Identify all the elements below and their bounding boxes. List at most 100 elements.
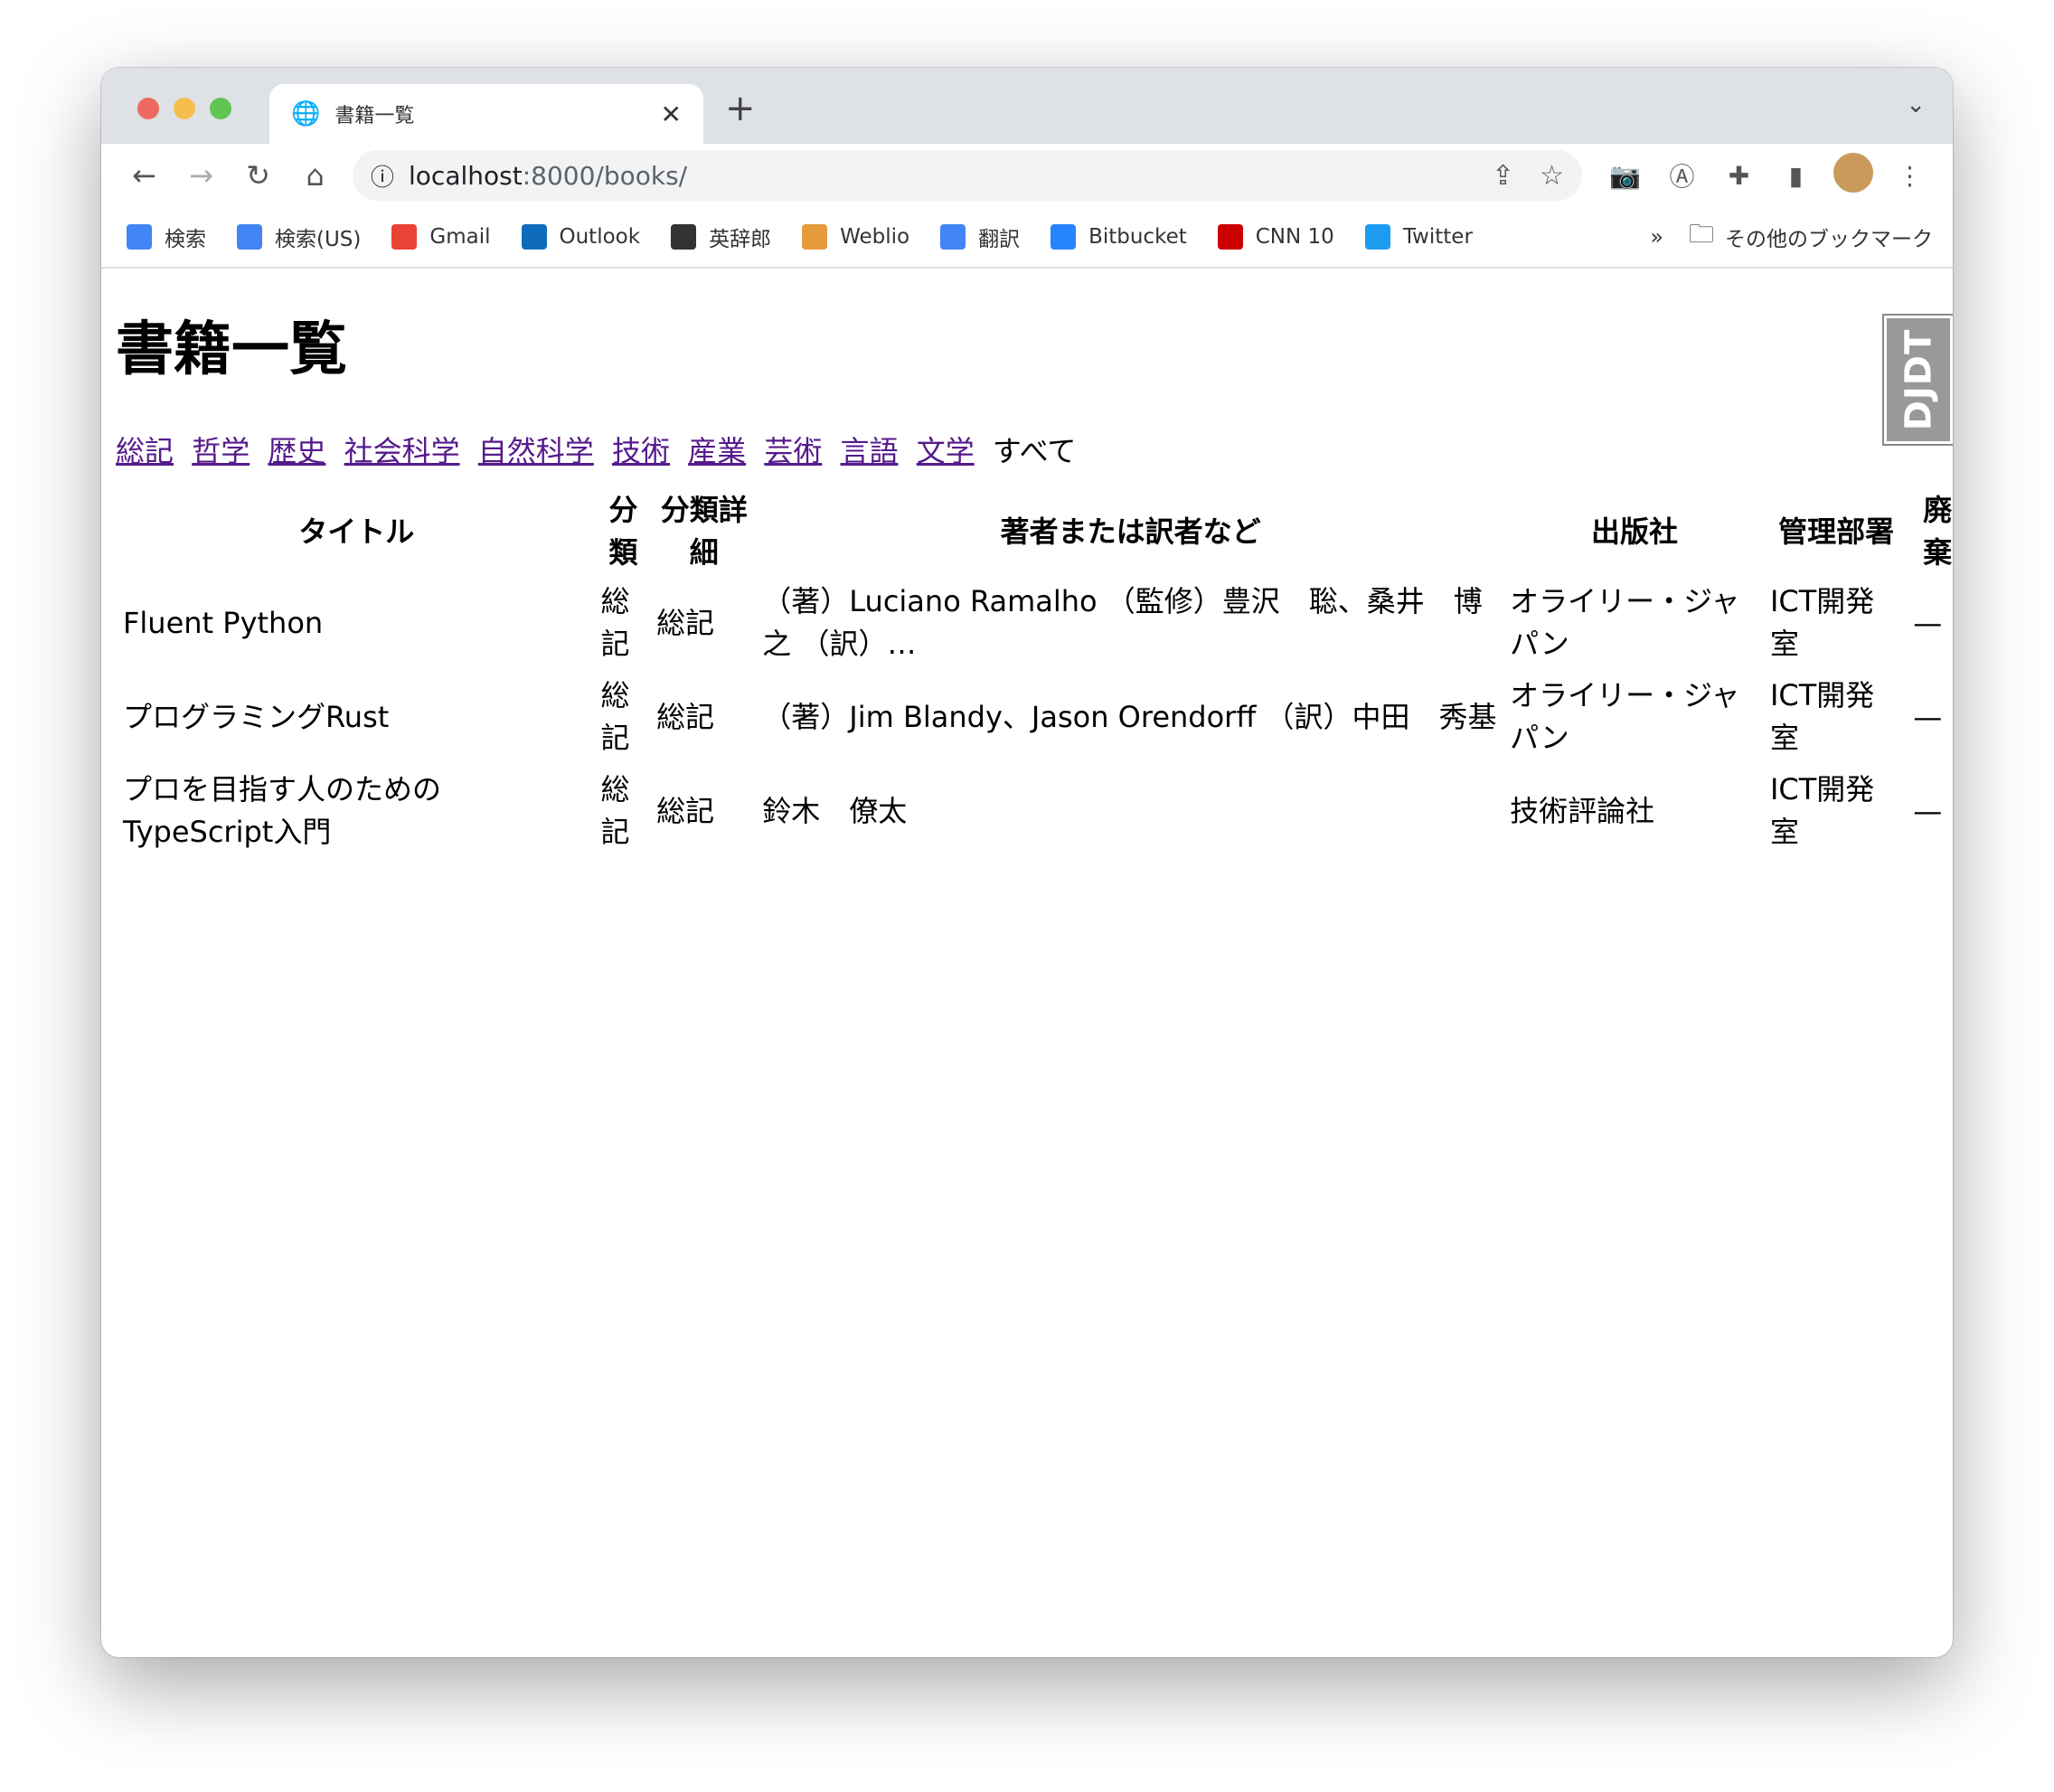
tab-search-chevron-icon[interactable]: ⌄: [1906, 91, 1926, 118]
bookmark-1[interactable]: 検索(US): [237, 222, 361, 252]
globe-icon: 🌐: [291, 100, 321, 127]
new-tab-button[interactable]: +: [725, 88, 756, 129]
category-link[interactable]: 総記: [116, 434, 183, 468]
bookmark-5[interactable]: Weblio: [802, 224, 909, 250]
forward-icon[interactable]: →: [173, 158, 230, 193]
table-cell: ICT開発室: [1769, 584, 1875, 661]
other-bookmarks-label: その他のブックマーク: [1725, 228, 1933, 251]
column-header: 分類: [608, 493, 638, 570]
tab-bar: 🌐 書籍一覧 ✕ + ⌄: [101, 68, 1953, 144]
table-cell: オライリー・ジャパン: [1510, 584, 1740, 661]
category-link[interactable]: 社会科学: [344, 434, 469, 468]
django-debug-toolbar-handle[interactable]: DJDT: [1882, 314, 1953, 446]
outlook-icon: [521, 224, 547, 250]
bitbucket-icon: [1051, 224, 1077, 250]
category-link[interactable]: 哲学: [192, 434, 259, 468]
table-cell: ICT開発室: [1769, 772, 1875, 849]
table-cell: —: [1913, 605, 1943, 640]
table-cell: 総記: [600, 772, 630, 849]
avatar[interactable]: [1824, 152, 1881, 199]
bookmark-label: Gmail: [429, 225, 491, 249]
browser-window: 🌐 書籍一覧 ✕ + ⌄ ← → ↻ ⌂ ⓘ localhost:8000/bo…: [101, 68, 1953, 1657]
tab-books[interactable]: 🌐 書籍一覧 ✕: [269, 84, 703, 144]
extension-a-icon[interactable]: Ⓐ: [1654, 157, 1710, 193]
category-link[interactable]: 歴史: [268, 434, 334, 468]
table-cell: 総記: [656, 605, 715, 640]
other-bookmarks[interactable]: 🗀 その他のブックマーク: [1689, 215, 1933, 259]
star-icon[interactable]: ☆: [1540, 160, 1564, 192]
google-icon: [237, 224, 262, 250]
column-header: 出版社: [1591, 514, 1679, 549]
bookmark-label: Twitter: [1402, 225, 1473, 249]
twitter-icon: [1364, 224, 1390, 250]
bookmark-0[interactable]: 検索: [127, 222, 206, 252]
table-cell: （著）Jim Blandy、Jason Orendorff （訳）中田 秀基: [762, 699, 1497, 734]
category-link[interactable]: 文学: [917, 434, 984, 468]
more-bookmarks-button[interactable]: »: [1650, 224, 1663, 250]
reload-icon[interactable]: ↻: [230, 158, 287, 193]
table-row: プロを目指す人のためのTypeScript入門 総記 総記 鈴木 僚太 技術評論社 ICT…: [119, 766, 1953, 856]
google-icon: [127, 224, 152, 250]
bookmark-label: CNN 10: [1255, 225, 1334, 249]
column-header: 管理部署: [1778, 514, 1895, 549]
category-link[interactable]: 芸術: [764, 434, 831, 468]
cnn-icon: [1217, 224, 1243, 250]
table-cell: —: [1913, 699, 1943, 734]
bookmark-label: 翻訳: [978, 228, 1021, 251]
bookmark-8[interactable]: CNN 10: [1217, 224, 1334, 250]
table-row: Fluent Python 総記 総記 （著）Luciano Ramalho （監修）…: [119, 578, 1953, 668]
category-link[interactable]: 産業: [688, 434, 755, 468]
puzzle-icon[interactable]: ✚: [1710, 161, 1767, 191]
bookmark-4[interactable]: 英辞郎: [671, 222, 771, 252]
bookmark-label: Bitbucket: [1088, 225, 1187, 249]
menu-icon[interactable]: ⋮: [1881, 161, 1938, 191]
category-link[interactable]: 言語: [841, 434, 908, 468]
table-cell: 総記: [600, 678, 630, 755]
bookmark-2[interactable]: Gmail: [391, 224, 491, 250]
category-link[interactable]: 技術: [612, 434, 679, 468]
category-nav: 総記 哲学 歴史 社会科学 自然科学 技術 産業 芸術 言語 文学 すべて: [116, 431, 1938, 471]
table-cell: 総記: [656, 793, 715, 828]
table-cell: 技術評論社: [1510, 793, 1655, 828]
category-link[interactable]: 自然科学: [478, 434, 603, 468]
weblio-icon: [802, 224, 828, 250]
books-table: タイトル 分類 分類詳細 著者または訳者など 出版社 管理部署 廃棄 Fluent Pyth…: [116, 486, 1953, 860]
url-path: :8000/books/: [522, 160, 688, 191]
minimize-window-button[interactable]: [174, 98, 195, 119]
column-header: タイトル: [298, 514, 415, 549]
back-icon[interactable]: ←: [116, 158, 173, 193]
bookmark-9[interactable]: Twitter: [1364, 224, 1473, 250]
bookmark-label: Outlook: [559, 225, 641, 249]
category-all: すべて: [992, 434, 1077, 468]
close-tab-icon[interactable]: ✕: [661, 99, 682, 129]
translate-icon: [940, 224, 966, 250]
table-cell: Fluent Python: [123, 605, 324, 640]
column-header: 廃棄: [1923, 493, 1953, 570]
gmail-icon: [391, 224, 418, 250]
table-cell: 総記: [600, 584, 630, 661]
camera-icon[interactable]: 📷: [1597, 161, 1654, 191]
bookmark-label: 検索(US): [275, 228, 362, 251]
share-icon[interactable]: ⇪: [1492, 160, 1514, 192]
close-window-button[interactable]: [137, 98, 159, 119]
bookmark-3[interactable]: Outlook: [521, 224, 641, 250]
tab-title: 書籍一覧: [334, 105, 415, 127]
table-cell: プロを目指す人のためのTypeScript入門: [123, 772, 442, 849]
page-title: 書籍一覧: [116, 316, 347, 383]
table-cell: —: [1913, 793, 1943, 828]
table-cell: ICT開発室: [1769, 678, 1875, 755]
toolbar: ← → ↻ ⌂ ⓘ localhost:8000/books/ ⇪ ☆ 📷 Ⓐ …: [101, 144, 1953, 207]
home-icon[interactable]: ⌂: [287, 158, 344, 193]
djdt-label: DJDT: [1898, 328, 1940, 431]
table-cell: 鈴木 僚太: [762, 793, 908, 828]
info-icon[interactable]: ⓘ: [371, 159, 394, 193]
column-header: 著者または訳者など: [1000, 514, 1261, 549]
bookmark-6[interactable]: 翻訳: [940, 222, 1020, 252]
folder-icon: 🗀: [1688, 219, 1714, 249]
maximize-window-button[interactable]: [210, 98, 231, 119]
table-cell: 総記: [656, 699, 715, 734]
address-bar[interactable]: ⓘ localhost:8000/books/ ⇪ ☆: [353, 150, 1582, 201]
side-panel-icon[interactable]: ▮: [1767, 161, 1824, 191]
table-row: プログラミングRust 総記 総記 （著）Jim Blandy、Jason Orend…: [119, 672, 1953, 762]
bookmark-7[interactable]: Bitbucket: [1051, 224, 1187, 250]
